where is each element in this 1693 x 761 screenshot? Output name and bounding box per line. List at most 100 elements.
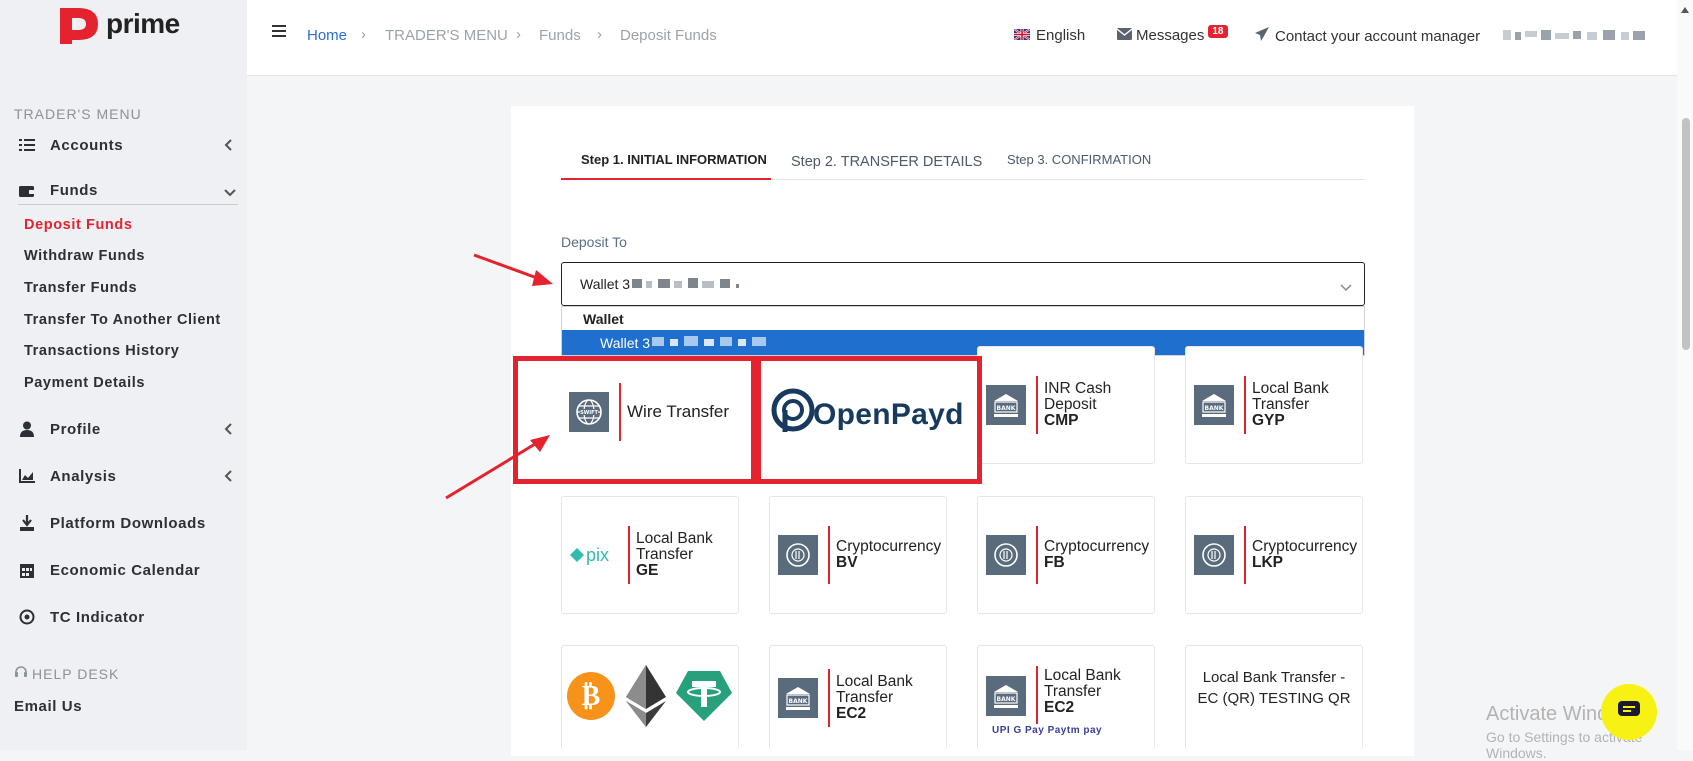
payment-method-local-bank-ec2-upi[interactable]: BANK Local Bank Transfer EC2 UPI G Pay Pa…	[977, 645, 1155, 750]
windows-activate-subtitle: Go to Settings to activate Windows.	[1486, 729, 1643, 761]
payment-method-crypto-lkp[interactable]: Cryptocurrency LKP	[1185, 496, 1363, 614]
user-icon	[18, 421, 36, 437]
payment-method-text: Cryptocurrency FB	[1044, 539, 1149, 571]
sidebar-item-label: Analysis	[50, 467, 117, 485]
sidebar-item-email-us[interactable]: Email Us	[14, 698, 82, 715]
payment-method-title: INR Cash Deposit	[1044, 380, 1112, 413]
bank-icon: BANK	[1194, 385, 1234, 425]
language-label: English	[1036, 27, 1086, 44]
sidebar-item-platform-downloads[interactable]: Platform Downloads	[18, 508, 238, 538]
uk-flag-icon	[1013, 27, 1031, 44]
deposit-to-label: Deposit To	[561, 234, 627, 250]
payment-method-text: Local Bank Transfer EC2	[836, 674, 936, 722]
payment-method-local-bank-gyp[interactable]: BANK Local Bank Transfer GYP	[1185, 346, 1363, 464]
account-id-blurred[interactable]	[1503, 28, 1653, 42]
sidebar-item-analysis[interactable]: Analysis	[18, 461, 238, 491]
accent-divider	[828, 669, 830, 727]
sidebar-item-label: Accounts	[50, 136, 124, 154]
payment-method-code: BV	[836, 554, 858, 571]
scrollbar-thumb[interactable]	[1682, 118, 1690, 350]
accent-divider	[1244, 376, 1246, 434]
calendar-icon	[18, 562, 36, 578]
accent-divider	[1036, 376, 1038, 434]
sidebar-sub-transactions-history[interactable]: Transactions History	[24, 343, 179, 359]
ethereum-icon	[626, 664, 666, 732]
payment-method-crypto-coins[interactable]: ₿	[561, 645, 739, 750]
payment-method-title: Cryptocurrency	[836, 538, 942, 555]
sidebar-item-accounts[interactable]: Accounts	[18, 130, 238, 160]
payment-method-title: Local Bank Transfer	[636, 530, 713, 563]
accent-divider	[828, 526, 830, 584]
sidebar-item-tc-indicator[interactable]: TC Indicator	[18, 602, 238, 632]
chevron-left-icon	[224, 422, 234, 435]
payment-method-text: Local Bank Transfer GE	[636, 531, 736, 579]
payment-method-text: Cryptocurrency LKP	[1252, 539, 1357, 571]
crypto-icon	[778, 535, 818, 575]
sidebar-item-economic-calendar[interactable]: Economic Calendar	[18, 555, 238, 585]
payment-method-inr-cash-deposit[interactable]: BANK INR Cash Deposit CMP	[977, 346, 1155, 464]
bank-icon: BANK	[986, 676, 1026, 716]
payment-method-title: Local Bank Transfer - EC (QR) TESTING QR	[1197, 669, 1351, 707]
tab-step-initial-information[interactable]: Step 1. INITIAL INFORMATION	[581, 152, 767, 167]
scroll-up-arrow-icon[interactable]	[1680, 1, 1690, 19]
payment-method-text: Local Bank Transfer GYP	[1252, 381, 1352, 429]
payment-method-local-bank-ge[interactable]: pix Local Bank Transfer GE	[561, 496, 739, 614]
sidebar-item-funds[interactable]: Funds	[18, 177, 238, 205]
sidebar-sub-transfer-funds[interactable]: Transfer Funds	[24, 280, 137, 296]
payment-method-title: Local Bank Transfer	[836, 673, 913, 706]
dropdown-option-label: Wallet 3	[600, 334, 651, 351]
breadcrumb-home[interactable]: Home	[307, 27, 347, 44]
tab-step-transfer-details[interactable]: Step 2. TRANSFER DETAILS	[791, 154, 982, 170]
deposit-to-select[interactable]: Wallet 3	[561, 262, 1365, 306]
payment-method-text: INR Cash Deposit CMP	[1044, 381, 1154, 429]
help-desk-title: HELP DESK	[14, 665, 119, 682]
sidebar-item-label: Platform Downloads	[50, 514, 206, 532]
hamburger-menu-icon[interactable]	[272, 24, 286, 43]
active-step-indicator	[561, 178, 771, 180]
envelope-icon	[1116, 27, 1133, 44]
bitcoin-icon: ₿	[566, 671, 616, 726]
bank-icon: BANK	[778, 678, 818, 718]
payment-method-code: EC2	[1044, 699, 1075, 716]
bank-icon-text: BANK	[1205, 405, 1224, 412]
chat-widget-button[interactable]	[1601, 684, 1657, 740]
bank-icon-text: BANK	[997, 696, 1016, 703]
sidebar-sub-payment-details[interactable]: Payment Details	[24, 375, 145, 391]
tab-step-confirmation[interactable]: Step 3. CONFIRMATION	[1007, 152, 1151, 167]
pix-logo: pix	[570, 545, 618, 566]
deposit-to-selected-value: Wallet 3	[580, 276, 631, 292]
messages-link[interactable]: Messages 18	[1116, 25, 1228, 44]
messages-count-badge: 18	[1208, 25, 1228, 38]
tether-icon	[676, 670, 732, 726]
payment-method-crypto-bv[interactable]: Cryptocurrency BV	[769, 496, 947, 614]
pix-text: pix	[586, 544, 610, 565]
sidebar-sub-transfer-another-client[interactable]: Transfer To Another Client	[24, 312, 221, 328]
payment-method-code: GYP	[1252, 412, 1285, 429]
sidebar-sub-withdraw-funds[interactable]: Withdraw Funds	[24, 248, 145, 264]
payment-method-crypto-fb[interactable]: Cryptocurrency FB	[977, 496, 1155, 614]
sidebar-sub-deposit-funds[interactable]: Deposit Funds	[24, 217, 133, 233]
page-scrollbar[interactable]	[1677, 0, 1693, 750]
chevron-left-icon	[224, 138, 234, 151]
sidebar-item-label: Profile	[50, 420, 101, 438]
target-icon	[18, 609, 36, 625]
contact-account-manager-link[interactable]: Contact your account manager	[1255, 27, 1480, 45]
breadcrumb-traders-menu[interactable]: TRADER'S MENU	[385, 27, 508, 44]
brand-logo[interactable]: prime	[58, 0, 198, 48]
messages-label: Messages	[1136, 27, 1205, 44]
breadcrumb-separator: ›	[597, 26, 602, 43]
payment-method-local-bank-ec-qr[interactable]: Local Bank Transfer - EC (QR) TESTING QR	[1185, 645, 1363, 750]
payment-method-local-bank-ec2[interactable]: BANK Local Bank Transfer EC2	[769, 645, 947, 750]
chevron-down-icon	[224, 185, 236, 197]
sidebar-item-profile[interactable]: Profile	[18, 414, 238, 444]
top-bar: Home › TRADER'S MENU › Funds › Deposit F…	[247, 0, 1677, 76]
wallet-icon	[18, 183, 36, 199]
highlight-box-wire-transfer	[513, 356, 756, 484]
accent-divider	[1036, 526, 1038, 584]
payment-method-title: Cryptocurrency	[1252, 538, 1358, 555]
language-selector[interactable]: English	[1013, 27, 1086, 44]
dropdown-group-label: Wallet	[583, 311, 624, 327]
bank-icon: BANK	[986, 385, 1026, 425]
payment-method-code: FB	[1044, 554, 1065, 571]
breadcrumb-funds[interactable]: Funds	[539, 27, 581, 44]
